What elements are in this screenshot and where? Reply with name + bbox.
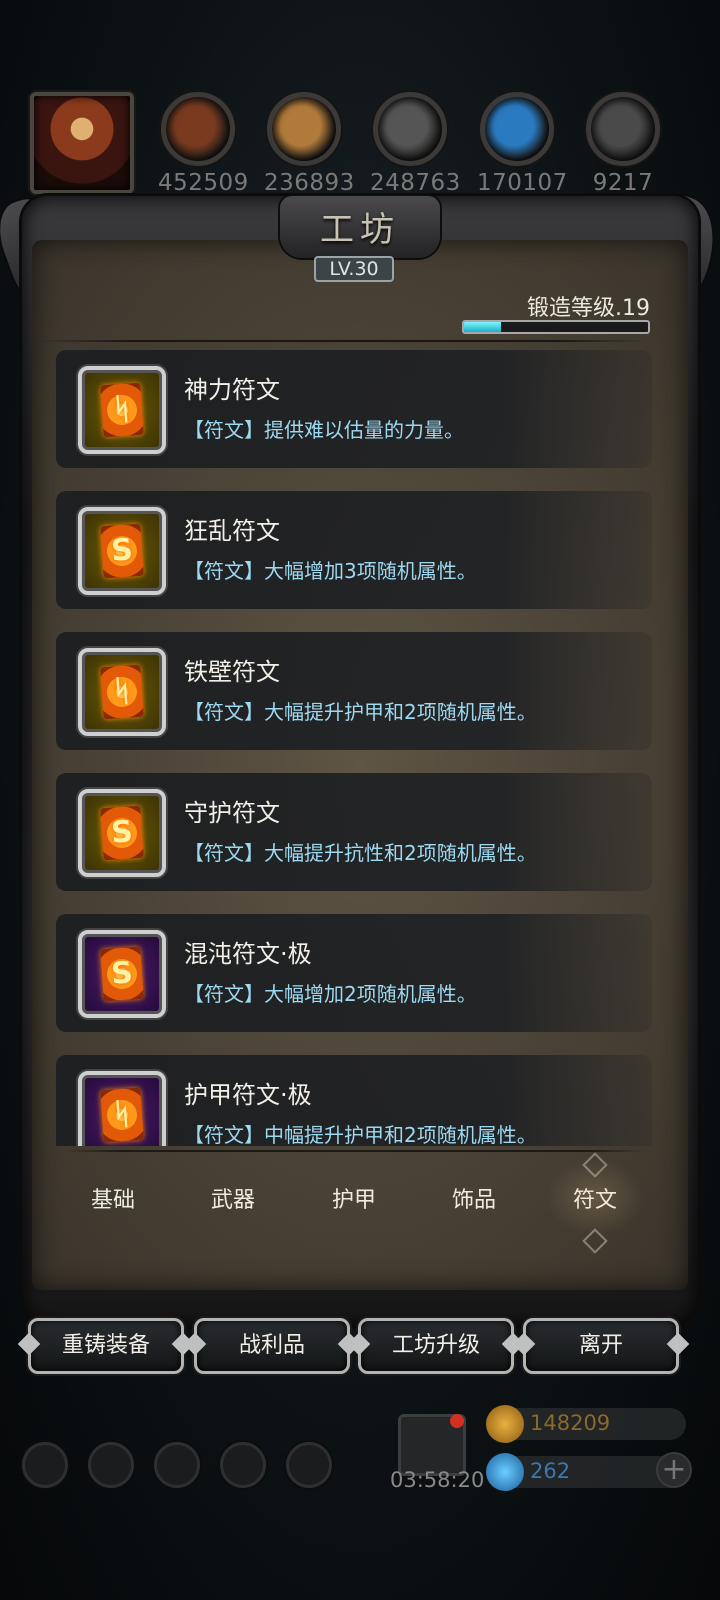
add-gems-button[interactable]: + [656,1452,692,1488]
player-avatar[interactable] [30,92,134,194]
rune-list[interactable]: ᛋ 神力符文【符文】提供难以估量的力量。 S 狂乱符文【符文】大幅增加3项随机属性。 ᛋ… [56,350,656,1146]
achievement-icon[interactable] [88,1442,134,1488]
iron-icon [373,92,447,166]
workshop-upgrade-button[interactable]: 工坊升级 [358,1318,514,1374]
meat-amount: 452509 [158,170,249,196]
rune-description: 【符文】大幅提升抗性和2项随机属性。 [184,841,537,865]
tab-accessory[interactable]: 饰品 [419,1182,529,1214]
wood-icon [267,92,341,166]
rune-glyph-icon: S [109,814,134,851]
rune-name: 守护符文 [184,799,280,827]
crystal-amount: 170107 [477,170,568,196]
tab-weapon[interactable]: 武器 [178,1182,288,1214]
forge-progress-fill [464,322,501,332]
rune-description: 【符文】大幅增加2项随机属性。 [184,982,477,1006]
meat-icon [161,92,235,166]
gem-amount: 262 [530,1459,571,1483]
wood-resource: 236893 [264,92,355,196]
divider [62,1150,646,1152]
forge-level-label: 锻造等级.19 [527,296,650,321]
rune-name: 铁壁符文 [184,658,280,686]
mail-icon[interactable] [220,1442,266,1488]
gift-timer: 03:58:20 [390,1468,485,1492]
rune-scroll-icon: ᛋ [100,664,144,720]
guild-icon[interactable] [154,1442,200,1488]
rune-description: 【符文】大幅提升护甲和2项随机属性。 [184,700,537,724]
tab-basic[interactable]: 基础 [58,1182,168,1214]
rune-scroll-icon: S [100,946,144,1002]
steel-resource: 9217 [583,92,663,196]
gem-icon [486,1453,524,1491]
rune-icon: ᛋ [78,648,166,736]
crystal-resource: 170107 [477,92,568,196]
rune-list-item[interactable]: S 守护符文【符文】大幅提升抗性和2项随机属性。 [56,773,652,891]
rune-glyph-icon: S [109,532,134,569]
rune-description: 【符文】中幅提升护甲和2项随机属性。 [184,1123,537,1146]
forge-progress-bar [462,320,650,334]
steel-amount: 9217 [592,170,654,196]
map-icon[interactable] [286,1442,332,1488]
rune-list-item[interactable]: S 狂乱符文【符文】大幅增加3项随机属性。 [56,491,652,609]
iron-resource: 248763 [370,92,461,196]
gold-coin-icon [486,1405,524,1443]
rune-name: 护甲符文·极 [184,1081,312,1109]
gold-amount: 148209 [530,1411,611,1435]
rune-icon: ᛋ [78,1071,166,1146]
reforge-button[interactable]: 重铸装备 [28,1318,184,1374]
tab-rune[interactable]: 符文 [540,1158,650,1236]
rune-list-item[interactable]: ᛋ 神力符文【符文】提供难以估量的力量。 [56,350,652,468]
rune-glyph-icon: ᛋ [111,1096,133,1133]
rune-scroll-icon: S [100,523,144,579]
tab-armor[interactable]: 护甲 [299,1182,409,1214]
rune-glyph-icon: S [109,955,134,992]
iron-amount: 248763 [370,170,461,196]
rune-scroll-icon: ᛋ [100,1087,144,1143]
rune-name: 狂乱符文 [184,517,280,545]
divider [38,340,648,342]
loot-button[interactable]: 战利品 [194,1318,350,1374]
notification-badge [450,1414,464,1428]
workshop-level-badge: LV.30 [314,256,394,282]
steel-icon [586,92,660,166]
settings-icon[interactable] [22,1442,68,1488]
wood-amount: 236893 [264,170,355,196]
rune-description: 【符文】提供难以估量的力量。 [184,418,464,442]
rune-icon: S [78,789,166,877]
rune-icon: ᛋ [78,366,166,454]
rune-scroll-icon: S [100,805,144,861]
rune-scroll-icon: ᛋ [100,382,144,438]
rune-name: 混沌符文·极 [184,940,312,968]
leave-button[interactable]: 离开 [523,1318,679,1374]
rune-glyph-icon: ᛋ [111,673,133,710]
panel-title: 工坊 [320,210,400,250]
rune-glyph-icon: ᛋ [111,391,133,428]
rune-icon: S [78,930,166,1018]
rune-list-item[interactable]: S 混沌符文·极【符文】大幅增加2项随机属性。 [56,914,652,1032]
meat-resource: 452509 [158,92,249,196]
rune-icon: S [78,507,166,595]
rune-list-item[interactable]: ᛋ 铁壁符文【符文】大幅提升护甲和2项随机属性。 [56,632,652,750]
rune-description: 【符文】大幅增加3项随机属性。 [184,559,477,583]
crystal-icon [480,92,554,166]
rune-list-item[interactable]: ᛋ 护甲符文·极【符文】中幅提升护甲和2项随机属性。 [56,1055,652,1146]
rune-name: 神力符文 [184,376,280,404]
